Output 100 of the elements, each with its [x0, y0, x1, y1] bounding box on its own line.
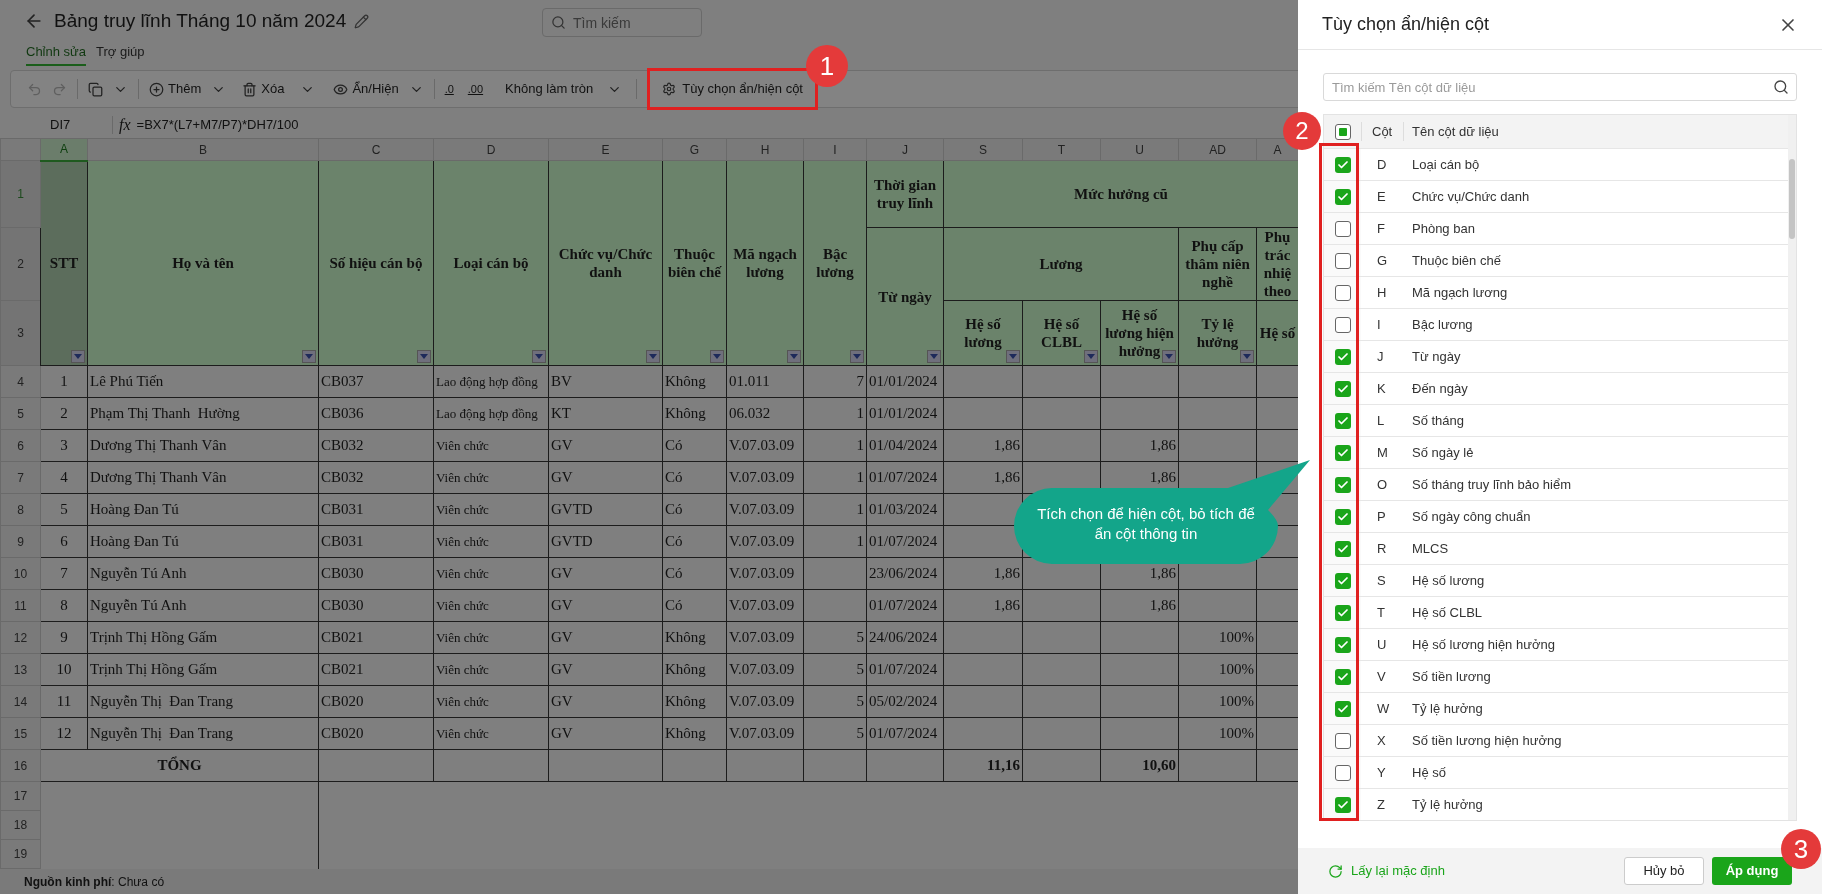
row-number[interactable]: 19 — [0, 839, 41, 869]
filter-icon[interactable] — [71, 350, 85, 363]
row-number[interactable]: 15 — [0, 717, 41, 750]
filter-icon[interactable] — [927, 350, 941, 363]
filter-icon[interactable] — [710, 350, 724, 363]
column-letter[interactable]: B — [87, 138, 319, 161]
checkbox[interactable] — [1334, 476, 1351, 493]
column-letter: L — [1376, 411, 1386, 430]
checkbox[interactable] — [1334, 508, 1351, 525]
filter-icon[interactable] — [532, 350, 546, 363]
column-letter[interactable]: D — [433, 138, 549, 161]
column-letter[interactable]: I — [803, 138, 867, 161]
checkbox[interactable] — [1334, 412, 1351, 429]
tab[interactable]: Chỉnh sửa — [26, 41, 86, 66]
row-number[interactable]: 5 — [0, 397, 41, 430]
header-cell: Lương — [943, 227, 1179, 301]
column-name: Hệ số lương hiện hưởng — [1411, 635, 1555, 654]
row-number[interactable]: 2 — [0, 227, 41, 301]
table-cell: 1 — [856, 437, 864, 454]
table-cell: V.07.03.09 — [729, 469, 795, 486]
column-letter[interactable]: H — [726, 138, 804, 161]
checkbox[interactable] — [1334, 188, 1351, 205]
column-letter[interactable]: G — [662, 138, 727, 161]
table-cell: CB021 — [321, 629, 364, 646]
row-number[interactable]: 14 — [0, 685, 41, 718]
decrease-decimal-button[interactable]: .0 — [444, 80, 454, 98]
column-letter[interactable]: C — [318, 138, 434, 161]
checkbox[interactable] — [1334, 156, 1351, 173]
row-number[interactable]: 12 — [0, 621, 41, 654]
row-number[interactable]: 10 — [0, 557, 41, 590]
filter-icon[interactable] — [1006, 350, 1020, 363]
checkbox[interactable] — [1334, 348, 1351, 365]
reset-link[interactable]: Lấy lại mặc định — [1328, 861, 1445, 881]
row-number[interactable]: 11 — [0, 589, 41, 622]
delete-button[interactable]: Xóa — [242, 79, 285, 99]
checkbox[interactable] — [1334, 220, 1351, 237]
header-cell: Họ và tên — [87, 160, 319, 366]
increase-decimal-button[interactable]: .00 — [467, 80, 484, 98]
filter-icon[interactable] — [646, 350, 660, 363]
cancel-button[interactable]: Hủy bỏ — [1624, 857, 1704, 885]
checkbox[interactable] — [1334, 604, 1351, 621]
table-cell: KT — [551, 405, 571, 422]
row-number[interactable]: 4 — [0, 365, 41, 398]
row-number[interactable]: 1 — [0, 160, 41, 228]
checkbox[interactable] — [1334, 668, 1351, 685]
checkbox[interactable] — [1334, 380, 1351, 397]
row-number[interactable]: 6 — [0, 429, 41, 462]
row-number[interactable]: 16 — [0, 749, 41, 782]
column-letter[interactable]: AD — [1178, 138, 1257, 161]
table-cell: 1 — [856, 405, 864, 422]
checkbox[interactable] — [1334, 284, 1351, 301]
trash-icon — [242, 81, 258, 97]
edit-icon[interactable] — [354, 13, 370, 29]
checkbox[interactable] — [1334, 764, 1351, 781]
show-hide-button[interactable]: Ẩn/Hiện — [333, 79, 399, 99]
table-cell: CB020 — [321, 725, 364, 742]
row-number[interactable]: 18 — [0, 810, 41, 840]
filter-icon[interactable] — [850, 350, 864, 363]
table-cell: Viên chức — [436, 469, 489, 485]
table-cell: GVTD — [551, 533, 593, 550]
checkbox[interactable] — [1334, 636, 1351, 653]
check-icon — [1336, 606, 1349, 619]
checkbox[interactable] — [1334, 444, 1351, 461]
apply-button[interactable]: Áp dụng — [1712, 857, 1792, 885]
filter-icon[interactable] — [1084, 350, 1098, 363]
checkbox[interactable] — [1334, 700, 1351, 717]
column-letter[interactable]: S — [943, 138, 1023, 161]
checkbox[interactable] — [1334, 796, 1351, 813]
filter-icon[interactable] — [787, 350, 801, 363]
checkbox[interactable] — [1334, 540, 1351, 557]
column-letter[interactable]: U — [1100, 138, 1179, 161]
table-cell: Viên chức — [436, 533, 489, 549]
column-options-button[interactable]: Tùy chọn ẩn/hiện cột — [662, 79, 803, 99]
column-letter[interactable]: E — [548, 138, 663, 161]
tab[interactable]: Trợ giúp — [96, 41, 145, 66]
select-all-checkbox[interactable] — [1334, 123, 1351, 140]
row-number[interactable]: 8 — [0, 493, 41, 526]
copy-icon[interactable] — [88, 81, 103, 97]
checkbox[interactable] — [1334, 316, 1351, 333]
table-cell: CB030 — [321, 565, 364, 582]
filter-icon[interactable] — [1240, 350, 1254, 363]
column-letter[interactable]: T — [1022, 138, 1101, 161]
scrollbar[interactable] — [1788, 115, 1796, 820]
checkbox[interactable] — [1334, 572, 1351, 589]
row-number[interactable]: 7 — [0, 461, 41, 494]
rounding-dropdown[interactable]: Không làm tròn — [505, 79, 623, 99]
filter-icon[interactable] — [417, 350, 431, 363]
row-number[interactable]: 9 — [0, 525, 41, 558]
column-letter[interactable]: J — [866, 138, 944, 161]
row-number[interactable]: 17 — [0, 781, 41, 811]
column-name: Hệ số — [1411, 763, 1446, 782]
search-field[interactable]: Tìm kiếm — [542, 8, 702, 37]
row-number[interactable]: 3 — [0, 300, 41, 366]
column-letter[interactable]: A — [40, 138, 88, 161]
checkbox[interactable] — [1334, 252, 1351, 269]
checkbox[interactable] — [1334, 732, 1351, 749]
row-number[interactable]: 13 — [0, 653, 41, 686]
filter-icon[interactable] — [302, 350, 316, 363]
add-button[interactable]: Thêm — [149, 79, 202, 99]
filter-icon[interactable] — [1162, 350, 1176, 363]
